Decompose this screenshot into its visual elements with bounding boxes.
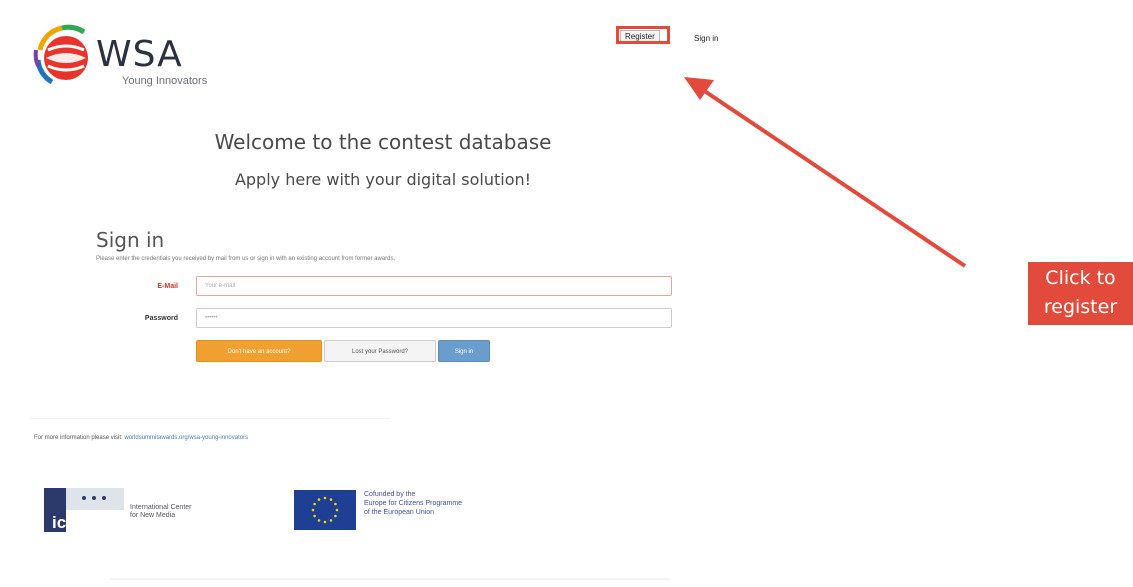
icnm-name-line1: International Center — [130, 504, 192, 511]
icnm-logo-mark: icnm — [44, 488, 124, 532]
wsa-globe-icon — [33, 24, 88, 85]
icnm-name: International Center for New Media — [130, 504, 191, 520]
bottom-divider — [110, 578, 670, 580]
signin-link[interactable]: Sign in — [694, 34, 718, 43]
page-title: Welcome to the contest database — [214, 130, 552, 154]
eu-flag-icon — [294, 490, 356, 530]
email-label: E-Mail — [157, 283, 178, 290]
eu-cofunding-text: Cofunded by the Europe for Citizens Prog… — [364, 490, 462, 517]
signin-button[interactable]: Sign in — [438, 340, 490, 362]
annotation-line2: register — [1043, 296, 1118, 318]
more-info-link[interactable]: worldsummitawards.org/wsa-young-innovato… — [124, 435, 248, 441]
icnm-name-line2: for New Media — [130, 512, 176, 519]
annotation-callout: Click to register — [1028, 262, 1133, 325]
lost-password-button[interactable]: Lost your Password? — [324, 340, 436, 362]
signin-heading: Sign in — [96, 228, 165, 252]
eu-text-line1: Cofunded by the — [364, 491, 416, 498]
email-field[interactable]: Your e-mail — [196, 276, 672, 296]
register-highlight-box — [616, 26, 670, 44]
eu-text-line2: Europe for Citizens Programme — [364, 500, 463, 507]
icnm-mark-text: icnm — [52, 513, 92, 532]
password-label: Password — [144, 315, 178, 322]
icnm-logo[interactable]: icnm International Center for New Media — [44, 488, 254, 538]
footer-divider — [30, 418, 390, 419]
signin-description: Please enter the credentials you receive… — [96, 256, 396, 262]
more-info-text: For more information please visit: world… — [34, 435, 248, 441]
eu-text-line3: of the European Union — [364, 509, 435, 516]
logo-subtitle: Young Innovators — [122, 75, 208, 87]
password-field[interactable]: •••••• — [196, 308, 672, 328]
logo-wordmark: WSA — [96, 34, 183, 75]
annotation-line1: Click to — [1045, 267, 1116, 289]
wsa-logo[interactable]: WSA Young Innovators — [32, 20, 252, 100]
more-info-prefix: For more information please visit: — [34, 435, 123, 441]
no-account-button[interactable]: Don't have an account? — [196, 340, 322, 362]
page-subtitle: Apply here with your digital solution! — [234, 170, 532, 189]
